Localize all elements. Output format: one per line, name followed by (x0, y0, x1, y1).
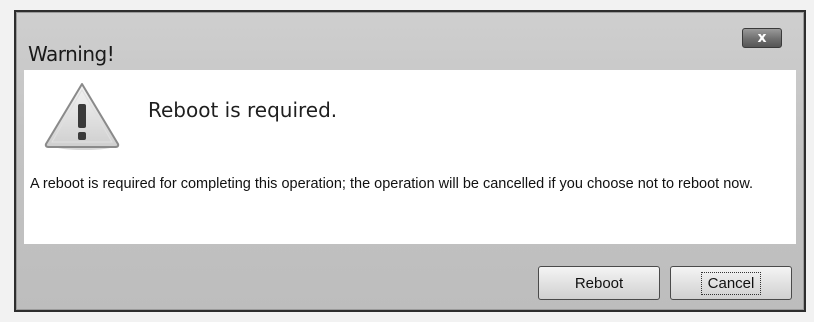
cancel-button-label: Cancel (700, 271, 762, 295)
dialog-message: A reboot is required for completing this… (30, 176, 754, 192)
button-bar: Reboot Cancel (16, 244, 804, 310)
close-button[interactable]: x (742, 28, 782, 48)
reboot-button[interactable]: Reboot (538, 266, 660, 300)
dialog-title: Warning! (28, 42, 115, 66)
dialog-content: Reboot is required. A reboot is required… (24, 70, 796, 244)
cancel-button[interactable]: Cancel (670, 266, 792, 300)
close-icon: x (757, 30, 767, 46)
title-bar[interactable]: Warning! x (16, 12, 804, 70)
warning-triangle-icon (44, 83, 120, 150)
reboot-button-label: Reboot (574, 274, 624, 292)
dialog-heading: Reboot is required. (148, 98, 338, 122)
warning-dialog: Warning! x Reboot is required. A reboot … (14, 10, 806, 312)
